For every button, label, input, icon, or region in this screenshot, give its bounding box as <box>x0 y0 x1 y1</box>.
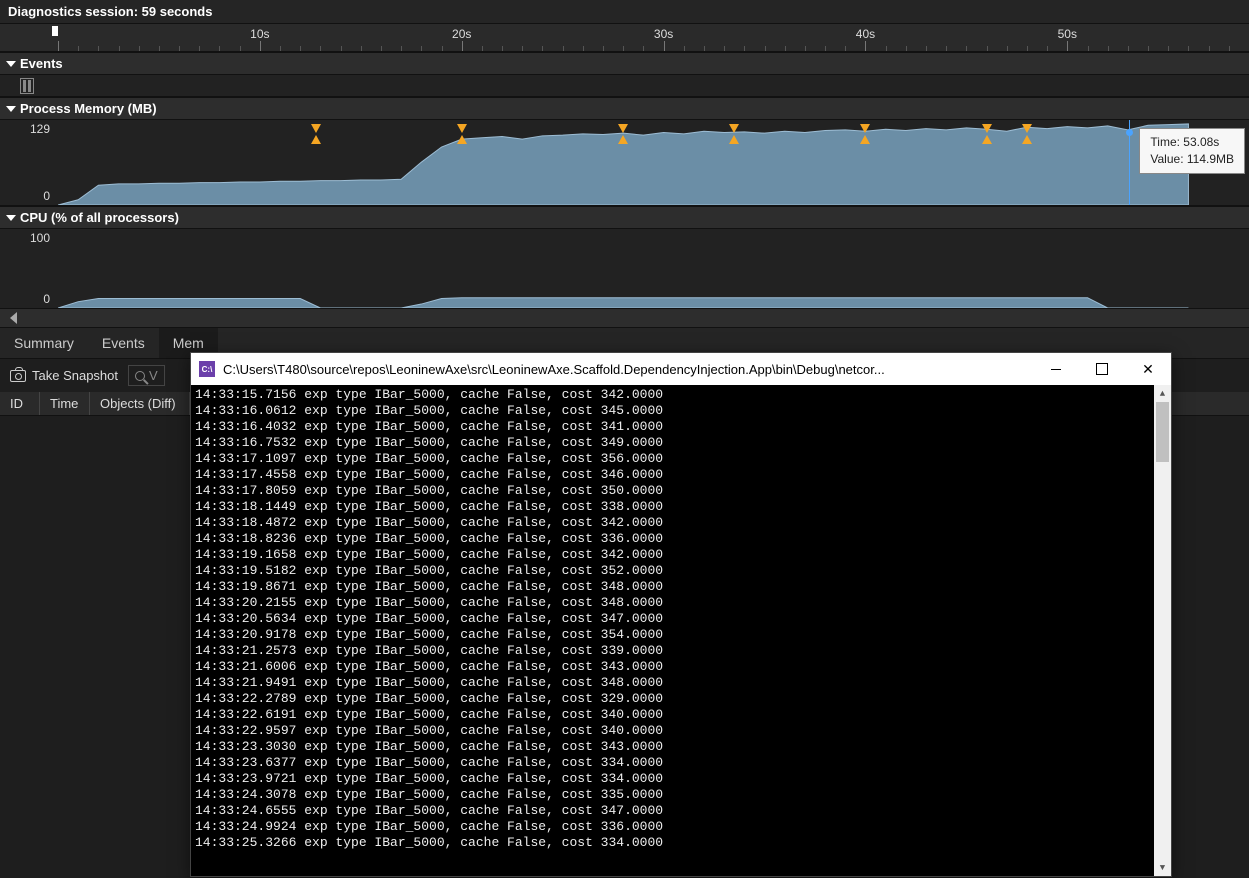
gc-marker-icon <box>1022 124 1032 133</box>
tab-events[interactable]: Events <box>88 328 159 358</box>
memory-hdr[interactable]: Process Memory (MB) <box>0 97 1249 120</box>
col-id[interactable]: ID <box>0 392 40 415</box>
pause-icon <box>20 78 34 94</box>
gc-marker-icon <box>618 124 628 133</box>
camera-icon <box>10 370 26 382</box>
console-window[interactable]: C:\ C:\Users\T480\source\repos\LeoninewA… <box>190 352 1172 877</box>
scroll-left-hint[interactable] <box>0 309 1249 327</box>
col-objects[interactable]: Objects (Diff) <box>90 392 190 415</box>
search-placeholder: V <box>149 368 158 383</box>
events-lane[interactable] <box>0 75 1249 97</box>
gc-marker-icon <box>729 124 739 133</box>
snapshot-label: Take Snapshot <box>32 368 118 383</box>
gc-marker-icon <box>311 124 321 133</box>
events-label: Events <box>20 56 63 71</box>
cpu-chart[interactable]: 100 0 <box>0 229 1249 309</box>
scroll-up-icon[interactable]: ▲ <box>1154 385 1171 402</box>
y-min: 0 <box>4 292 50 306</box>
gc-marker-icon <box>982 124 992 133</box>
console-output[interactable]: 14:33:15.7156 exp type IBar_5000, cache … <box>191 385 1171 876</box>
gc-marker-icon <box>860 124 870 133</box>
time-ruler[interactable]: 10s20s30s40s50s <box>0 24 1249 52</box>
events-hdr[interactable]: Events <box>0 52 1249 75</box>
cpu-label: CPU (% of all processors) <box>20 210 179 225</box>
scroll-thumb[interactable] <box>1156 402 1169 462</box>
y-max: 100 <box>4 231 50 245</box>
search-icon <box>135 371 145 381</box>
scroll-down-icon[interactable]: ▼ <box>1154 859 1171 876</box>
collapse-icon <box>6 106 16 112</box>
console-title: C:\Users\T480\source\repos\LeoninewAxe\s… <box>223 362 1033 377</box>
chevron-left-icon <box>10 312 17 324</box>
memory-chart[interactable]: 129 0 Time: 53.08s Value: 114.9MB <box>0 120 1249 206</box>
memory-label: Process Memory (MB) <box>20 101 157 116</box>
console-scrollbar[interactable]: ▲ ▼ <box>1154 385 1171 876</box>
tab-summary[interactable]: Summary <box>0 328 88 358</box>
ruler-ticks: 10s20s30s40s50s <box>58 24 1249 51</box>
take-snapshot-button[interactable]: Take Snapshot <box>10 368 118 383</box>
console-app-icon: C:\ <box>199 361 215 377</box>
search-input[interactable]: V <box>128 365 165 386</box>
col-time[interactable]: Time <box>40 392 90 415</box>
y-max: 129 <box>4 122 50 136</box>
console-titlebar[interactable]: C:\ C:\Users\T480\source\repos\LeoninewA… <box>191 353 1171 385</box>
y-min: 0 <box>4 189 50 203</box>
cpu-hdr[interactable]: CPU (% of all processors) <box>0 206 1249 229</box>
session-title: Diagnostics session: 59 seconds <box>0 0 1249 24</box>
console-text: 14:33:15.7156 exp type IBar_5000, cache … <box>195 387 1167 851</box>
close-button[interactable]: ✕ <box>1125 353 1171 385</box>
minimize-button[interactable] <box>1033 353 1079 385</box>
gc-marker-icon <box>457 124 467 133</box>
maximize-button[interactable] <box>1079 353 1125 385</box>
tooltip-time: Time: 53.08s <box>1150 134 1234 151</box>
tooltip-value: Value: 114.9MB <box>1150 151 1234 168</box>
memory-tooltip: Time: 53.08s Value: 114.9MB <box>1139 128 1245 174</box>
collapse-icon <box>6 215 16 221</box>
collapse-icon <box>6 61 16 67</box>
